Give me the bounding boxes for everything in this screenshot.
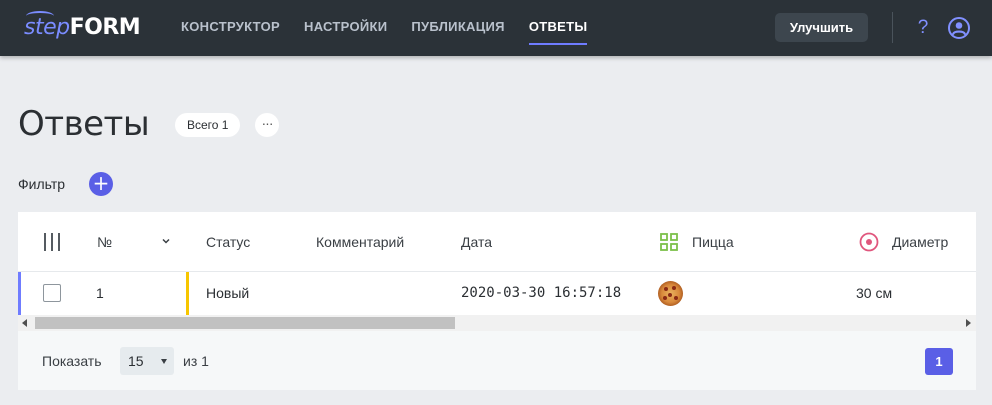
filter-label: Фильтр bbox=[18, 176, 66, 192]
column-header-status[interactable]: Статус bbox=[206, 212, 250, 272]
grid-icon bbox=[660, 233, 678, 251]
header-divider bbox=[892, 12, 893, 43]
question-mark-icon[interactable]: ? bbox=[915, 16, 931, 40]
column-header-date[interactable]: Дата bbox=[461, 212, 492, 272]
main-nav: КОНСТРУКТОР НАСТРОЙКИ ПУБЛИКАЦИЯ ОТВЕТЫ bbox=[181, 0, 611, 56]
stepform-logo[interactable]: stepFORM bbox=[24, 11, 141, 42]
row-selected-marker bbox=[18, 272, 21, 315]
table-header: № Статус Комментарий Дата Пицца Диаметр bbox=[18, 212, 976, 272]
total-pages-label: из 1 bbox=[183, 353, 209, 369]
nav-item-publication[interactable]: ПУБЛИКАЦИЯ bbox=[411, 0, 504, 56]
responses-table-card: № Статус Комментарий Дата Пицца Диаметр … bbox=[18, 212, 976, 390]
column-header-pizza[interactable]: Пицца bbox=[692, 212, 734, 272]
cell-diameter: 30 см bbox=[856, 285, 893, 301]
cell-status: Новый bbox=[206, 285, 250, 301]
logo-form-text: FORM bbox=[69, 15, 141, 40]
pizza-thumbnail-icon[interactable] bbox=[658, 281, 683, 306]
status-color-marker bbox=[186, 272, 189, 315]
cell-date: 2020-03-30 16:57:18 bbox=[461, 285, 622, 301]
scroll-left-arrow-icon[interactable] bbox=[22, 319, 27, 327]
add-filter-button[interactable]: + bbox=[89, 172, 113, 196]
user-circle-icon[interactable] bbox=[947, 16, 971, 40]
nav-item-answers[interactable]: ОТВЕТЫ bbox=[528, 0, 588, 56]
column-header-number[interactable]: № bbox=[97, 212, 112, 272]
target-circle-icon bbox=[859, 232, 879, 252]
table-row[interactable]: 1 Новый 2020-03-30 16:57:18 30 см bbox=[18, 272, 976, 315]
column-header-diameter[interactable]: Диаметр bbox=[892, 212, 948, 272]
nav-item-settings[interactable]: НАСТРОЙКИ bbox=[304, 0, 387, 56]
page-size-value: 15 bbox=[128, 353, 144, 369]
caret-down-icon bbox=[161, 359, 167, 364]
row-checkbox[interactable] bbox=[43, 284, 61, 302]
column-header-comment[interactable]: Комментарий bbox=[316, 212, 404, 272]
page-button-1[interactable]: 1 bbox=[925, 348, 953, 375]
more-options-button[interactable]: ··· bbox=[255, 113, 279, 137]
page-size-label: Показать bbox=[42, 353, 102, 369]
scroll-right-arrow-icon[interactable] bbox=[966, 319, 971, 327]
nav-item-constructor[interactable]: КОНСТРУКТОР bbox=[181, 0, 280, 56]
chevron-down-icon[interactable] bbox=[161, 236, 171, 246]
top-navigation-bar: stepFORM КОНСТРУКТОР НАСТРОЙКИ ПУБЛИКАЦИ… bbox=[0, 0, 992, 56]
page-size-select[interactable]: 15 bbox=[120, 347, 174, 375]
columns-icon[interactable] bbox=[44, 233, 60, 251]
scrollbar-thumb[interactable] bbox=[35, 317, 455, 329]
cell-number: 1 bbox=[96, 285, 104, 301]
horizontal-scrollbar[interactable] bbox=[18, 315, 976, 331]
total-count-badge: Всего 1 bbox=[175, 113, 241, 137]
page-title: Ответы bbox=[18, 104, 150, 144]
upgrade-button[interactable]: Улучшить bbox=[775, 13, 868, 42]
logo-step-text: step bbox=[24, 11, 70, 40]
